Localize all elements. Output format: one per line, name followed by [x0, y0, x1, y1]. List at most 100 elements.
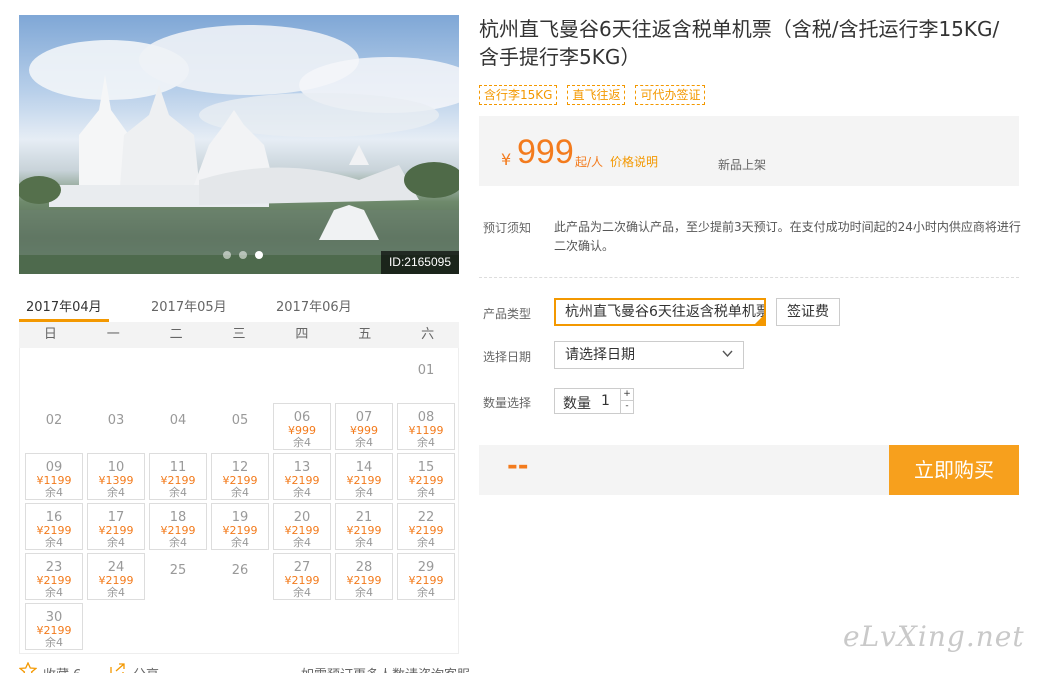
calendar-day[interactable]: 18 ¥2199 余4: [149, 503, 207, 550]
calendar-day[interactable]: 17 ¥2199 余4: [87, 503, 145, 550]
calendar-day[interactable]: 11 ¥2199 余4: [149, 453, 207, 500]
carousel-dot[interactable]: [239, 251, 247, 259]
calendar-day: 04: [149, 403, 207, 450]
product-title: 杭州直飞曼谷6天往返含税单机票（含税/含托运行李15KG/含手提行李5KG）: [479, 17, 1000, 69]
quantity-stepper: 数量 1 + -: [554, 388, 634, 414]
selected-check-corner-icon: [755, 315, 764, 324]
buy-bar: -- 立即购买: [479, 445, 1019, 495]
carousel-dot[interactable]: [223, 251, 231, 259]
calendar-day[interactable]: 06 ¥999 余4: [273, 403, 331, 450]
calendar-day[interactable]: 10 ¥1399 余4: [87, 453, 145, 500]
day-number: 06: [293, 410, 311, 425]
calendar-day[interactable]: 21 ¥2199 余4: [335, 503, 393, 550]
weekday: 五: [358, 327, 372, 342]
carousel-dot-active[interactable]: [255, 251, 263, 259]
product-tags: 含行李15KG 直飞往返 可代办签证: [479, 85, 706, 105]
quantity-value[interactable]: 1: [601, 393, 610, 409]
weekday: 三: [232, 327, 246, 342]
quantity-field-label: 数量: [563, 396, 591, 412]
day-number: 27: [293, 560, 311, 575]
weekday: 日: [43, 327, 57, 342]
day-number: 19: [231, 510, 249, 525]
share-icon[interactable]: [109, 662, 127, 673]
calendar-day[interactable]: 14 ¥2199 余4: [335, 453, 393, 500]
day-number: 17: [107, 510, 125, 525]
temple-photo: [19, 25, 459, 274]
tag-luggage: 含行李15KG: [479, 85, 558, 105]
chevron-down-icon: [722, 350, 733, 358]
calendar-day[interactable]: 07 ¥999 余4: [335, 403, 393, 450]
calendar-day[interactable]: 29 ¥2199 余4: [397, 553, 455, 600]
weekday: 二: [169, 327, 183, 342]
favorite-button[interactable]: 收藏 6: [43, 664, 81, 673]
day-number: 15: [417, 460, 435, 475]
day-number: 30: [45, 610, 63, 625]
watermark: eLvXing.net: [843, 620, 1025, 653]
calendar-day[interactable]: 23 ¥2199 余4: [25, 553, 83, 600]
day-remaining: 余4: [355, 436, 373, 449]
price-currency: ¥: [501, 150, 512, 169]
booking-notice-text: 此产品为二次确认产品，至少提前3天预订。在支付成功时间起的24小时内供应商将进行…: [554, 220, 1021, 253]
calendar-day[interactable]: 13 ¥2199 余4: [273, 453, 331, 500]
day-number: 05: [231, 413, 249, 428]
product-type-value: 杭州直飞曼谷6天往返含税单机票: [565, 304, 766, 320]
calendar-day[interactable]: 12 ¥2199 余4: [211, 453, 269, 500]
day-remaining: 余4: [169, 536, 187, 549]
bottom-actions: 收藏 6 分享 如需预订更多人数请咨询客服: [19, 660, 470, 673]
tab-month-2[interactable]: 2017年05月: [151, 296, 227, 315]
calendar-day[interactable]: 24 ¥2199 余4: [87, 553, 145, 600]
quantity-plus-button[interactable]: +: [620, 389, 633, 401]
calendar-day[interactable]: 09 ¥1199 余4: [25, 453, 83, 500]
share-button[interactable]: 分享: [133, 664, 159, 673]
day-number: 09: [45, 460, 63, 475]
divider: [479, 277, 1019, 278]
visa-fee-option[interactable]: 签证费: [776, 298, 840, 326]
day-number: 23: [45, 560, 63, 575]
calendar-day[interactable]: 27 ¥2199 余4: [273, 553, 331, 600]
calendar-day[interactable]: 15 ¥2199 余4: [397, 453, 455, 500]
day-number: 12: [231, 460, 249, 475]
price-box: ¥ 999 起/人 价格说明 新品上架: [479, 116, 1019, 186]
day-number: 11: [169, 460, 187, 475]
day-remaining: 余4: [293, 586, 311, 599]
day-number: 22: [417, 510, 435, 525]
tab-month-3[interactable]: 2017年06月: [276, 296, 352, 315]
contact-service-text: 如需预订更多人数请咨询客服: [301, 664, 470, 673]
calendar-day[interactable]: 20 ¥2199 余4: [273, 503, 331, 550]
calendar-day[interactable]: 28 ¥2199 余4: [335, 553, 393, 600]
calendar-day[interactable]: 16 ¥2199 余4: [25, 503, 83, 550]
tab-month-1[interactable]: 2017年04月: [26, 296, 102, 315]
day-number: 02: [45, 413, 63, 428]
calendar-day: 02: [25, 403, 83, 450]
star-icon[interactable]: [19, 662, 37, 673]
day-number: 13: [293, 460, 311, 475]
product-type-label: 产品类型: [483, 307, 532, 321]
quantity-minus-button[interactable]: -: [620, 401, 633, 413]
day-number: 04: [169, 413, 187, 428]
date-select[interactable]: 请选择日期: [554, 341, 744, 369]
day-remaining: 余4: [107, 586, 125, 599]
calendar-day[interactable]: 08 ¥1199 余4: [397, 403, 455, 450]
day-remaining: 余4: [355, 486, 373, 499]
calendar-day: 26: [211, 553, 269, 600]
day-remaining: 余4: [107, 536, 125, 549]
booking-notice-label: 预订须知: [483, 221, 532, 235]
product-image[interactable]: ID:2165095: [19, 15, 459, 274]
day-remaining: 余4: [231, 486, 249, 499]
day-remaining: 余4: [45, 636, 63, 649]
product-type-option-selected[interactable]: 杭州直飞曼谷6天往返含税单机票: [554, 298, 766, 326]
price-note-link[interactable]: 价格说明: [610, 153, 658, 170]
buy-now-button[interactable]: 立即购买: [889, 445, 1019, 495]
day-remaining: 余4: [293, 486, 311, 499]
day-number: 03: [107, 413, 125, 428]
day-number: 18: [169, 510, 187, 525]
weekday: 六: [421, 327, 435, 342]
carousel-dots[interactable]: [223, 251, 263, 259]
calendar-day[interactable]: 19 ¥2199 余4: [211, 503, 269, 550]
day-remaining: 余4: [293, 536, 311, 549]
calendar-day[interactable]: 22 ¥2199 余4: [397, 503, 455, 550]
day-remaining: 余4: [231, 536, 249, 549]
calendar-day[interactable]: 30 ¥2199 余4: [25, 603, 83, 650]
calendar-day: 05: [211, 403, 269, 450]
total-price: --: [507, 451, 529, 481]
